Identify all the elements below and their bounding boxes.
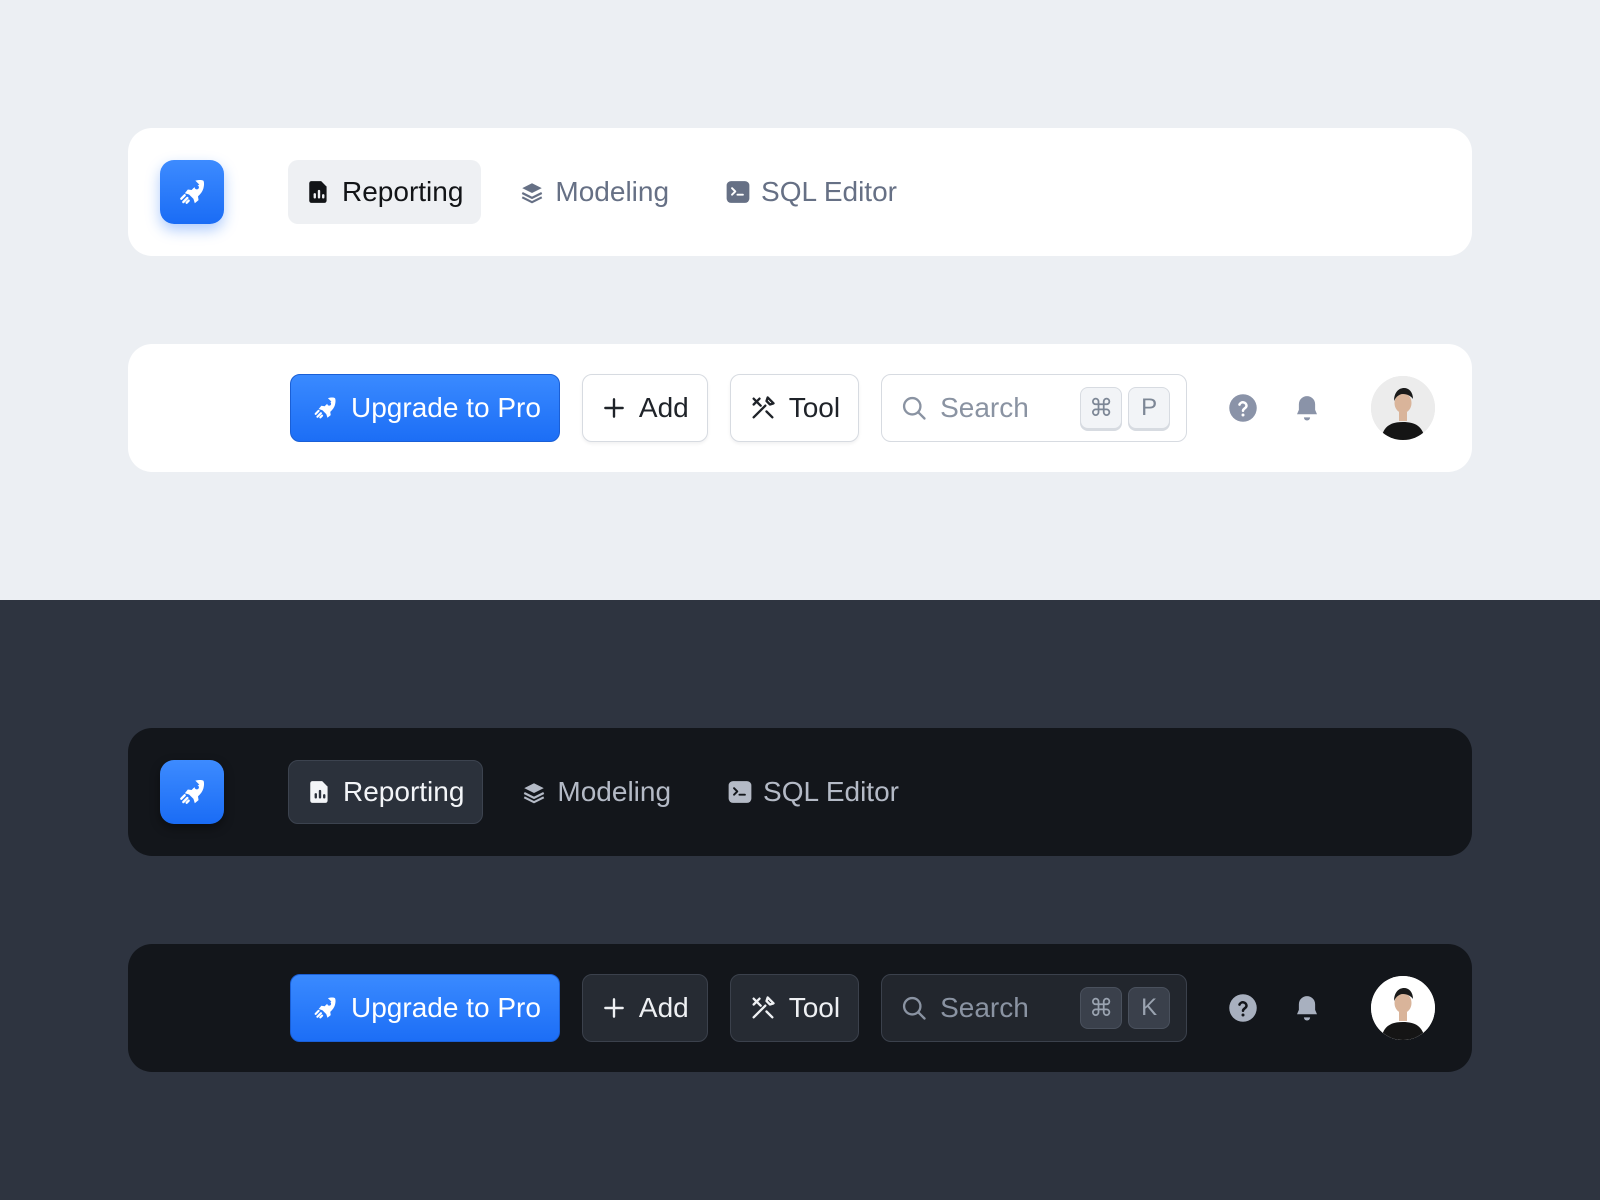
help-icon: [1229, 994, 1257, 1022]
shortcut-mod-key: ⌘: [1080, 987, 1123, 1029]
search-placeholder: Search: [940, 392, 1029, 423]
layers-icon: [519, 179, 545, 205]
user-avatar[interactable]: [1371, 376, 1436, 440]
rocket-icon: [180, 779, 205, 804]
tool-label: Tool: [788, 392, 841, 423]
actions-group: Upgrade to Pro Add Tool Search ⌘ P: [290, 374, 1436, 442]
nav-tabs: Reporting Modeling SQL Editor: [288, 760, 937, 824]
search-icon: [903, 996, 926, 1020]
actions-toolbar: Upgrade to Pro Add Tool Search ⌘ K: [128, 944, 1472, 1072]
tab-label: Reporting: [343, 776, 465, 807]
add-label: Add: [638, 392, 689, 423]
actions-group: Upgrade to Pro Add Tool Search ⌘ K: [290, 974, 1436, 1042]
tab-label: Reporting: [342, 176, 464, 207]
upgrade-to-pro-button[interactable]: Upgrade to Pro: [290, 974, 560, 1042]
help-button[interactable]: [1219, 384, 1267, 432]
tab-reporting[interactable]: Reporting: [288, 760, 484, 824]
rocket-icon: [314, 997, 336, 1019]
add-button[interactable]: Add: [581, 974, 708, 1042]
actions-toolbar: Upgrade to Pro Add Tool Search ⌘ P: [128, 344, 1472, 472]
add-button[interactable]: Add: [581, 374, 708, 442]
app-logo[interactable]: [160, 160, 224, 224]
light-theme-section: Reporting Modeling SQL Editor Upgrade to…: [0, 0, 1600, 600]
tab-label: SQL Editor: [761, 176, 897, 207]
report-chart-icon: [307, 779, 333, 805]
tab-sql-editor[interactable]: SQL Editor: [709, 760, 917, 824]
tab-sql-editor[interactable]: SQL Editor: [707, 160, 915, 224]
top-navigation-bar: Reporting Modeling SQL Editor: [128, 728, 1472, 856]
tab-label: Modeling: [557, 776, 672, 807]
user-photo: [1371, 376, 1436, 440]
user-photo: [1371, 976, 1436, 1040]
tab-label: SQL Editor: [763, 776, 899, 807]
app-logo[interactable]: [160, 760, 224, 824]
bell-icon: [1297, 396, 1318, 421]
tab-modeling[interactable]: Modeling: [503, 760, 689, 824]
upgrade-label: Upgrade to Pro: [351, 392, 541, 423]
tool-label: Tool: [788, 992, 841, 1023]
tab-reporting[interactable]: Reporting: [288, 160, 482, 224]
plus-icon: [604, 998, 624, 1018]
rocket-icon: [180, 179, 205, 204]
terminal-icon: [725, 179, 751, 205]
search-icon: [903, 396, 926, 420]
shortcut-key: K: [1128, 987, 1171, 1029]
upgrade-label: Upgrade to Pro: [351, 992, 541, 1023]
terminal-icon: [727, 779, 753, 805]
report-chart-icon: [306, 179, 332, 205]
help-button[interactable]: [1219, 984, 1267, 1032]
plus-icon: [604, 398, 624, 418]
search-input[interactable]: Search ⌘ P: [881, 374, 1188, 442]
nav-tabs: Reporting Modeling SQL Editor: [288, 160, 935, 224]
tools-icon: [752, 996, 775, 1019]
tool-button[interactable]: Tool: [729, 374, 860, 442]
tab-modeling[interactable]: Modeling: [501, 160, 687, 224]
search-input[interactable]: Search ⌘ K: [881, 974, 1188, 1042]
help-icon: [1229, 394, 1257, 422]
rocket-icon: [314, 397, 336, 419]
upgrade-to-pro-button[interactable]: Upgrade to Pro: [290, 374, 560, 442]
shortcut-key: P: [1128, 387, 1171, 429]
tool-button[interactable]: Tool: [729, 974, 860, 1042]
notifications-button[interactable]: [1283, 984, 1331, 1032]
shortcut-mod-key: ⌘: [1080, 387, 1123, 429]
dark-theme-section: Reporting Modeling SQL Editor Upgrade to…: [0, 600, 1600, 1200]
search-placeholder: Search: [940, 992, 1029, 1023]
tools-icon: [752, 396, 775, 419]
top-navigation-bar: Reporting Modeling SQL Editor: [128, 128, 1472, 256]
add-label: Add: [638, 992, 689, 1023]
tab-label: Modeling: [555, 176, 670, 207]
user-avatar[interactable]: [1371, 976, 1436, 1040]
bell-icon: [1297, 996, 1318, 1021]
layers-icon: [521, 779, 547, 805]
notifications-button[interactable]: [1283, 384, 1331, 432]
